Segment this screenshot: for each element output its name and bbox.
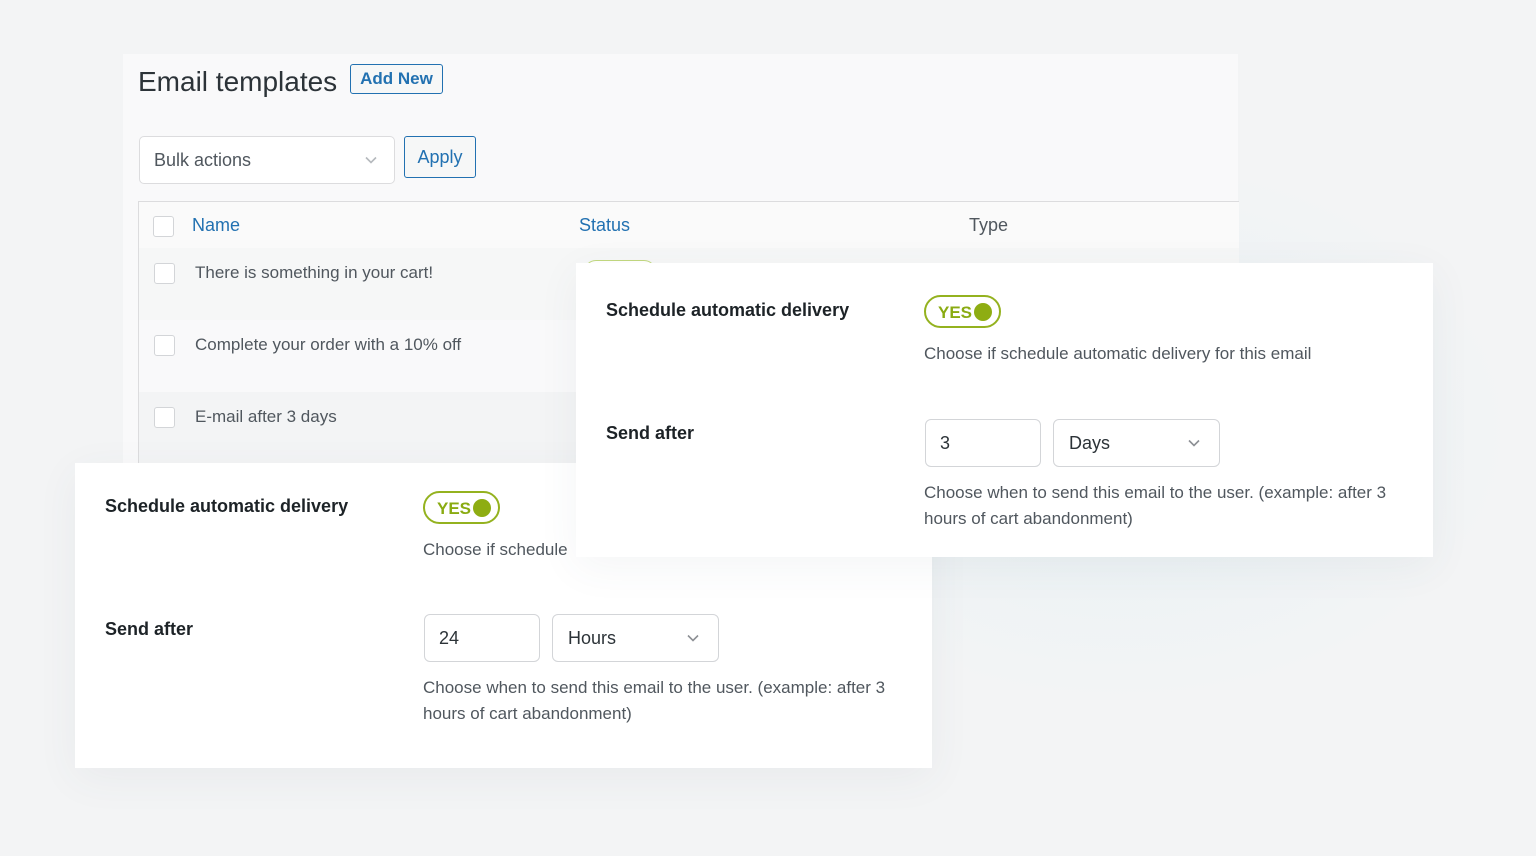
row-checkbox[interactable] bbox=[154, 335, 175, 356]
send-after-unit-select[interactable]: Hours bbox=[552, 614, 719, 662]
delivery-settings-card-days: Schedule automatic delivery YES Choose i… bbox=[576, 263, 1433, 557]
send-after-unit-select[interactable]: Days bbox=[1053, 419, 1220, 467]
schedule-delivery-description: Choose if schedule automatic delivery fo… bbox=[924, 344, 1312, 363]
bulk-actions-value: Bulk actions bbox=[154, 149, 252, 170]
bulk-actions-select[interactable]: Bulk actions bbox=[139, 136, 395, 184]
column-name[interactable]: Name bbox=[192, 215, 240, 236]
schedule-delivery-label: Schedule automatic delivery bbox=[606, 300, 850, 320]
table-header: Name Status Type bbox=[138, 201, 1239, 249]
apply-button[interactable]: Apply bbox=[404, 136, 476, 178]
toggle-label: YES bbox=[437, 499, 472, 518]
column-status[interactable]: Status bbox=[579, 215, 630, 236]
toggle-knob bbox=[473, 499, 491, 517]
column-type: Type bbox=[969, 215, 1009, 235]
schedule-delivery-toggle[interactable]: YES bbox=[423, 491, 500, 524]
unit-value: Hours bbox=[568, 627, 617, 648]
send-after-description: Choose when to send this email to the us… bbox=[423, 678, 886, 723]
toggle-knob bbox=[974, 303, 992, 321]
toggle-label: YES bbox=[938, 303, 973, 322]
send-after-description: Choose when to send this email to the us… bbox=[924, 483, 1387, 528]
schedule-delivery-toggle[interactable]: YES bbox=[924, 295, 1001, 328]
send-after-label: Send after bbox=[105, 619, 194, 639]
row-name[interactable]: There is something in your cart! bbox=[195, 263, 433, 283]
chevron-down-icon bbox=[365, 156, 377, 164]
add-new-button[interactable]: Add New bbox=[350, 64, 443, 94]
row-name[interactable]: E-mail after 3 days bbox=[195, 407, 337, 427]
chevron-down-icon bbox=[687, 634, 699, 642]
send-after-input[interactable]: 3 bbox=[925, 419, 1041, 467]
row-checkbox[interactable] bbox=[154, 263, 175, 284]
select-all-checkbox[interactable] bbox=[153, 216, 174, 237]
chevron-down-icon bbox=[1188, 439, 1200, 447]
unit-value: Days bbox=[1069, 432, 1111, 453]
schedule-delivery-label: Schedule automatic delivery bbox=[105, 496, 349, 516]
send-after-input[interactable]: 24 bbox=[424, 614, 540, 662]
row-name[interactable]: Complete your order with a 10% off bbox=[195, 335, 461, 355]
send-after-label: Send after bbox=[606, 423, 695, 443]
page-title: Email templates bbox=[138, 66, 338, 97]
row-checkbox[interactable] bbox=[154, 407, 175, 428]
